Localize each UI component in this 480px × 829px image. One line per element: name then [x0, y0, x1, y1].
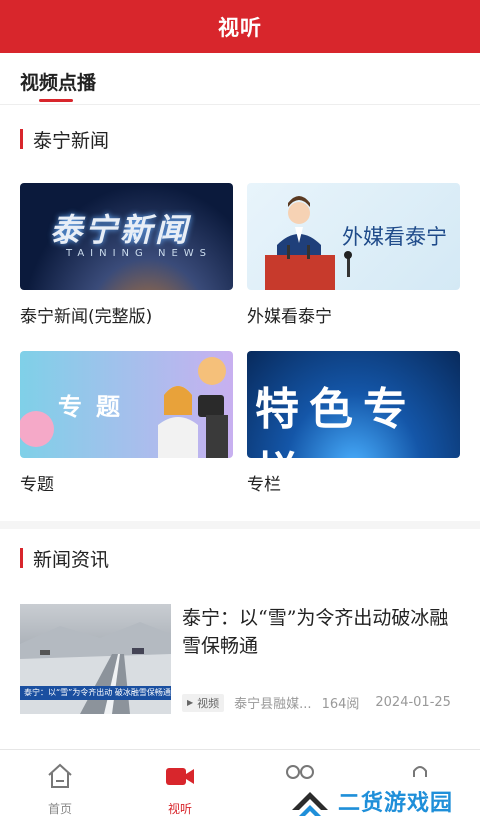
video-camera-icon	[166, 768, 194, 785]
nav-label: 首页	[47, 802, 72, 816]
tab-video-on-demand[interactable]: 视频点播	[20, 68, 96, 95]
news-thumbnail[interactable]: 泰宁：以“雪”为令齐出动 破冰融雪保畅通	[20, 604, 171, 714]
video-card-label[interactable]: 专题	[20, 470, 233, 495]
play-icon: ▶	[187, 698, 194, 707]
video-badge: ▶ 视频	[182, 693, 225, 712]
app-header: 视听	[0, 0, 480, 53]
section-divider	[0, 521, 480, 529]
video-thumbnail[interactable]: 专题	[20, 351, 233, 458]
thumbnail-title: 专题	[58, 393, 134, 421]
video-card-label[interactable]: 专栏	[247, 470, 460, 495]
tab-bar: 视频点播	[0, 53, 480, 105]
thumbnail-title: 特色专栏	[255, 384, 417, 458]
video-badge-label: 视频	[197, 696, 220, 710]
video-card-label[interactable]: 泰宁新闻(完整版)	[20, 302, 233, 327]
video-card-label[interactable]: 外媒看泰宁	[247, 302, 460, 327]
video-thumbnail[interactable]: 泰宁新闻 TAINING NEWS	[20, 183, 233, 290]
tab-active-indicator	[39, 99, 73, 102]
news-thumbnail-caption: 泰宁：以“雪”为令齐出动 破冰融雪保畅通	[20, 686, 171, 700]
news-date: 2024-01-25	[375, 695, 451, 710]
news-source: 泰宁县融媒...	[234, 697, 312, 712]
nav-item-video[interactable]: 视听	[140, 762, 220, 817]
video-thumbnail[interactable]: 特色专栏	[247, 351, 460, 458]
section-header-news: 新闻资讯	[20, 546, 110, 571]
nav-label: 视听	[167, 802, 192, 816]
news-views: 164阅	[321, 697, 360, 712]
thumbnail-subtitle: TAINING NEWS	[66, 248, 212, 259]
video-card-taining-news-full[interactable]: 泰宁新闻 TAINING NEWS 泰宁新闻(完整版)	[20, 183, 233, 327]
video-card-special-topic[interactable]: 专题 专题	[20, 351, 233, 495]
news-list-item[interactable]: 泰宁：以“雪”为令齐出动 破冰融雪保畅通 泰宁：以“雪”为令齐出动破冰融雪保畅通…	[20, 604, 460, 714]
section-title: 新闻资讯	[33, 548, 110, 571]
section-header-taining-news: 泰宁新闻	[20, 127, 110, 152]
watermark: 二货游戏园	[290, 784, 453, 818]
nav-item-home[interactable]: 首页	[20, 762, 100, 817]
watermark-logo-icon	[292, 792, 328, 816]
news-title[interactable]: 泰宁：以“雪”为令齐出动破冰融雪保畅通	[182, 604, 460, 660]
thumbnail-title: 泰宁新闻	[50, 211, 191, 249]
section-accent-bar	[20, 129, 23, 149]
section-accent-bar	[20, 548, 23, 568]
video-card-foreign-media[interactable]: 外媒看泰宁 外媒看泰宁	[247, 183, 460, 327]
page-title: 视听	[218, 14, 262, 40]
video-thumbnail[interactable]: 外媒看泰宁	[247, 183, 460, 290]
video-card-column[interactable]: 特色专栏 专栏	[247, 351, 460, 495]
section-title: 泰宁新闻	[33, 129, 110, 152]
thumbnail-title: 外媒看泰宁	[342, 225, 447, 249]
watermark-text: 二货游戏园	[338, 791, 454, 816]
home-icon	[48, 763, 72, 788]
news-meta: ▶ 视频 泰宁县融媒... 164阅 2024-01-25	[182, 693, 451, 712]
